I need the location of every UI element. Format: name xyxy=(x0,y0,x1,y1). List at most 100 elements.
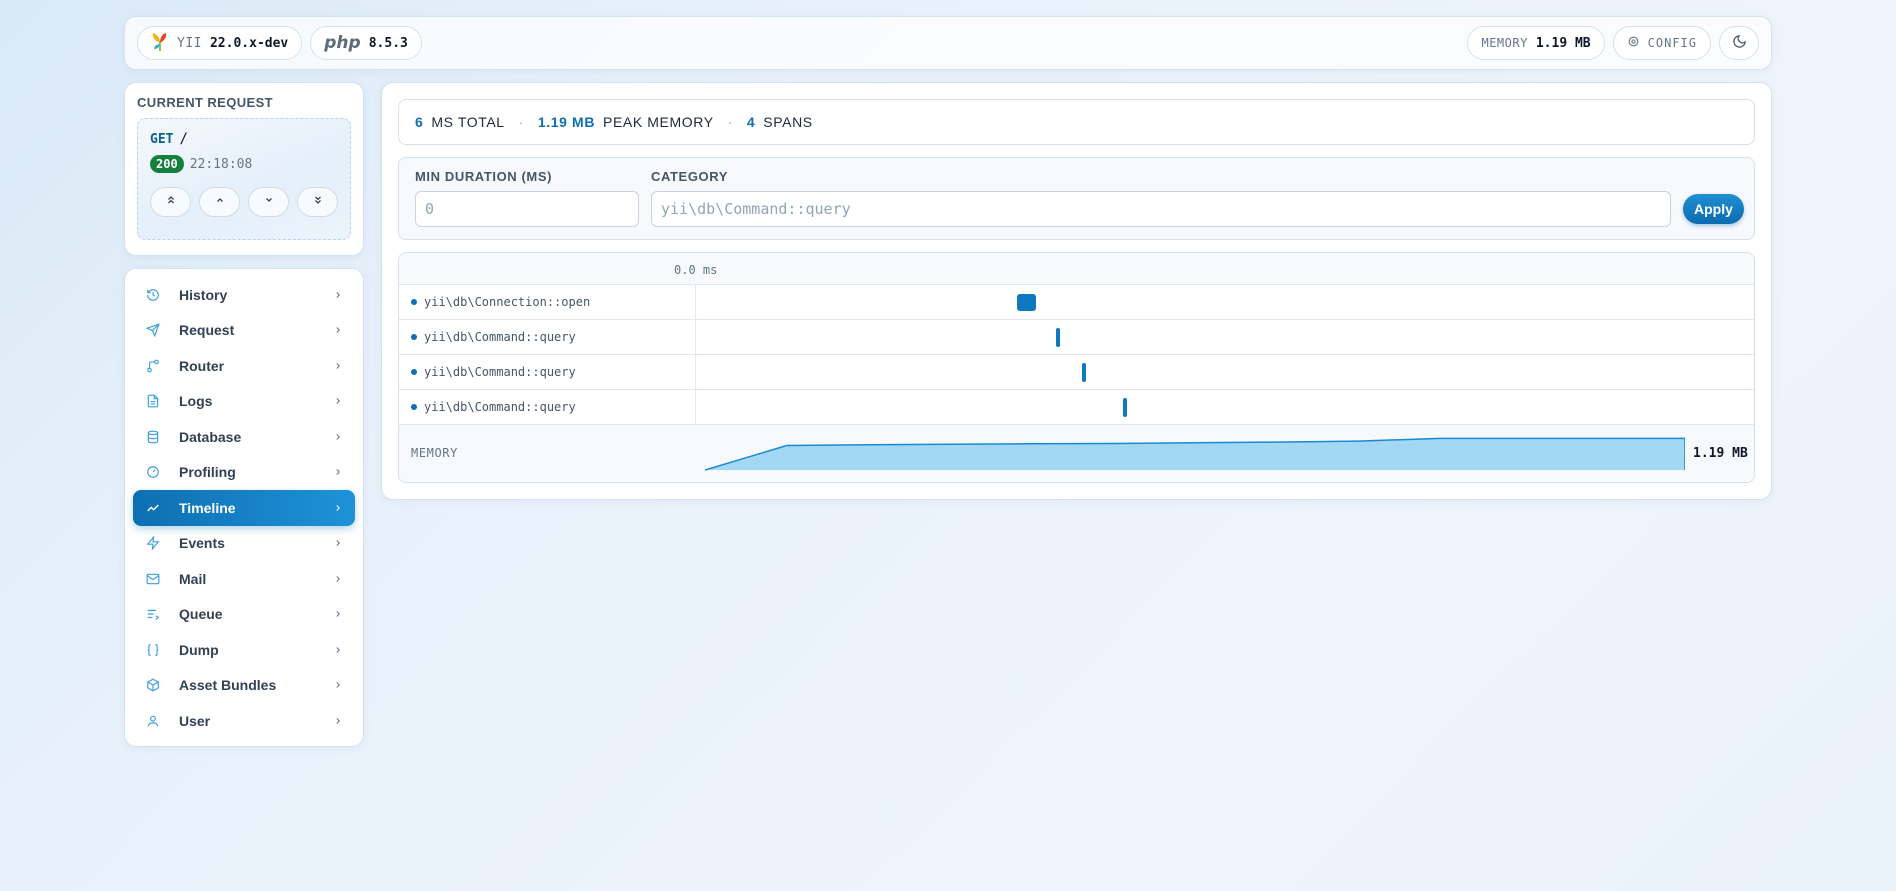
php-version-chip: php 8.5.3 xyxy=(310,26,422,60)
sidebar-item-label: Queue xyxy=(179,606,223,623)
span-dot xyxy=(411,299,417,305)
chevron-right-icon xyxy=(333,464,343,480)
timeline-span-row[interactable]: yii\db\Command::query xyxy=(399,355,1754,390)
chevrons-up-icon xyxy=(165,193,177,211)
previous-request-button[interactable] xyxy=(199,187,240,217)
chevron-right-icon xyxy=(333,677,343,693)
first-request-button[interactable] xyxy=(150,187,191,217)
category-field: CATEGORY xyxy=(651,169,1671,227)
sidebar-item-history[interactable]: History xyxy=(133,277,355,313)
zap-icon xyxy=(145,535,161,551)
sidebar-item-asset-bundles[interactable]: Asset Bundles xyxy=(133,668,355,704)
span-name: yii\db\Connection::open xyxy=(424,295,591,309)
span-name: yii\db\Command::query xyxy=(424,400,576,414)
sidebar-item-router[interactable]: Router xyxy=(133,348,355,384)
sidebar-item-label: Request xyxy=(179,322,235,339)
span-bar[interactable] xyxy=(1123,398,1128,417)
min-duration-field: MIN DURATION (MS) xyxy=(415,169,639,227)
sidebar-item-database[interactable]: Database xyxy=(133,419,355,455)
package-icon xyxy=(145,677,161,693)
chevron-right-icon xyxy=(333,429,343,445)
php-version: 8.5.3 xyxy=(368,35,408,51)
chevron-right-icon xyxy=(333,287,343,303)
min-duration-label: MIN DURATION (MS) xyxy=(415,169,553,184)
sidebar-item-queue[interactable]: Queue xyxy=(133,597,355,633)
chevron-up-icon xyxy=(214,193,226,211)
current-request-card: CURRENT REQUEST GET / 200 22:18:08 xyxy=(124,82,364,256)
sidebar-item-logs[interactable]: Logs xyxy=(133,384,355,420)
yii-version: 22.0.x-dev xyxy=(209,35,289,51)
chevron-right-icon xyxy=(333,358,343,374)
gear-icon xyxy=(1627,35,1640,51)
peak-memory-label: PEAK MEMORY xyxy=(603,114,714,130)
request-summary: GET / 200 22:18:08 xyxy=(137,118,351,240)
sidebar-item-label: History xyxy=(179,286,228,303)
chevron-right-icon xyxy=(333,393,343,409)
send-icon xyxy=(145,322,161,338)
next-request-button[interactable] xyxy=(248,187,289,217)
sidebar-item-user[interactable]: User xyxy=(133,703,355,739)
memory-chip: MEMORY 1.19 MB xyxy=(1467,26,1605,60)
summary-separator: · xyxy=(727,114,733,130)
sidebar-item-timeline[interactable]: Timeline xyxy=(133,490,355,526)
sidebar-item-label: Events xyxy=(179,535,225,552)
span-dot xyxy=(411,369,417,375)
gauge-icon xyxy=(145,464,161,480)
timeline-span-row[interactable]: yii\db\Connection::open xyxy=(399,285,1754,320)
framework-version-chip: YII 22.0.x-dev xyxy=(137,26,303,60)
memory-value: 1.19 MB xyxy=(1535,35,1591,51)
theme-toggle-button[interactable] xyxy=(1719,26,1759,60)
memory-track: MEMORY 1.19 MB xyxy=(399,425,1754,481)
sidebar-item-events[interactable]: Events xyxy=(133,526,355,562)
span-track xyxy=(696,285,1754,319)
last-request-button[interactable] xyxy=(297,187,338,217)
history-icon xyxy=(145,287,161,303)
chevron-right-icon xyxy=(333,642,343,658)
list-icon xyxy=(145,606,161,622)
span-bar[interactable] xyxy=(1082,363,1087,382)
timeline-span-row[interactable]: yii\db\Command::query xyxy=(399,390,1754,425)
timeline-panel: 6 MS TOTAL · 1.19 MB PEAK MEMORY · 4 SPA… xyxy=(381,82,1772,500)
config-button[interactable]: CONFIG xyxy=(1612,26,1711,60)
activity-icon xyxy=(145,500,161,516)
chevron-right-icon xyxy=(333,500,343,516)
spans-count-label: SPANS xyxy=(763,114,813,130)
yii-label: YII xyxy=(177,35,202,51)
sidebar-item-label: Mail xyxy=(179,570,207,587)
php-logo: php xyxy=(324,33,361,53)
sidebar-item-label: Asset Bundles xyxy=(179,677,277,694)
apply-button[interactable]: Apply xyxy=(1683,194,1744,224)
request-time: 22:18:08 xyxy=(189,156,253,172)
status-badge: 200 xyxy=(150,155,184,173)
sidebar-item-label: Dump xyxy=(179,641,219,658)
top-bar: YII 22.0.x-dev php 8.5.3 MEMORY 1.19 MB … xyxy=(124,16,1772,70)
chevron-right-icon xyxy=(333,535,343,551)
span-bar[interactable] xyxy=(1055,328,1060,347)
memory-peak-value: 1.19 MB xyxy=(1693,445,1748,461)
sidebar-menu: History Request Router Logs Database Pro… xyxy=(124,268,364,747)
chevron-right-icon xyxy=(333,713,343,729)
memory-area-chart xyxy=(705,437,1685,471)
span-bar[interactable] xyxy=(1016,294,1036,311)
chevrons-down-icon xyxy=(312,193,324,211)
sidebar-item-request[interactable]: Request xyxy=(133,313,355,349)
min-duration-input[interactable] xyxy=(415,191,639,227)
chevron-down-icon xyxy=(263,193,275,211)
span-dot xyxy=(411,334,417,340)
span-dot xyxy=(411,404,417,410)
route-icon xyxy=(145,358,161,374)
request-path: / xyxy=(179,131,188,147)
timeline-filters: MIN DURATION (MS) CATEGORY Apply xyxy=(398,157,1755,240)
mail-icon xyxy=(145,571,161,587)
sidebar-item-label: Timeline xyxy=(179,499,236,516)
total-duration-value: 6 xyxy=(415,114,424,130)
category-input[interactable] xyxy=(651,191,1671,227)
total-duration-label: MS TOTAL xyxy=(431,114,505,130)
span-track xyxy=(696,355,1754,389)
sidebar-item-dump[interactable]: Dump xyxy=(133,632,355,668)
timeline-span-row[interactable]: yii\db\Command::query xyxy=(399,320,1754,355)
sidebar-item-label: Logs xyxy=(179,393,213,410)
spans-count-value: 4 xyxy=(746,114,756,130)
sidebar-item-profiling[interactable]: Profiling xyxy=(133,455,355,491)
sidebar-item-mail[interactable]: Mail xyxy=(133,561,355,597)
